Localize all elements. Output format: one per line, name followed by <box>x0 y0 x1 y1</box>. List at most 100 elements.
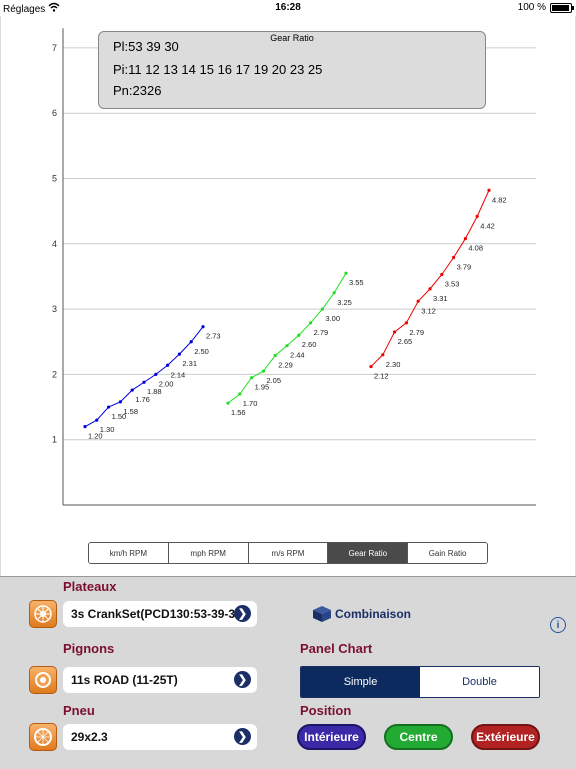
data-point <box>475 214 479 218</box>
data-point <box>404 321 408 325</box>
legend-plateaux: Pl:53 39 30 <box>113 39 179 54</box>
position-centre-button[interactable]: Centre <box>384 724 453 750</box>
data-point <box>416 299 420 303</box>
data-point <box>487 188 491 192</box>
y-tick-label: 7 <box>52 43 57 53</box>
data-label: 3.12 <box>421 306 436 315</box>
clock: 16:28 <box>275 2 301 13</box>
position-label: Position <box>300 703 352 718</box>
data-point <box>107 405 111 409</box>
panel-chart-label: Panel Chart <box>300 641 373 656</box>
data-label: 3.79 <box>457 263 472 272</box>
pneu-label: Pneu <box>63 703 95 718</box>
data-label: 2.00 <box>159 379 174 388</box>
pignons-picker[interactable]: 11s ROAD (11-25T) ❯ <box>63 667 257 693</box>
data-point <box>238 392 242 396</box>
data-label: 3.53 <box>445 279 460 288</box>
info-icon[interactable]: i <box>550 617 566 633</box>
chevron-right-icon[interactable]: ❯ <box>234 671 251 688</box>
data-label: 1.56 <box>231 408 246 417</box>
pneu-picker[interactable]: 29x2.3 ❯ <box>63 724 257 750</box>
data-point <box>344 271 348 275</box>
option-simple[interactable]: Simple <box>301 667 420 697</box>
data-label: 2.79 <box>314 328 329 337</box>
data-point <box>177 352 181 356</box>
data-label: 2.79 <box>409 328 424 337</box>
tab-mph-rpm[interactable]: mph RPM <box>168 543 249 563</box>
pneu-value: 29x2.3 <box>71 730 108 744</box>
data-point <box>154 372 158 376</box>
data-point <box>250 376 254 380</box>
cassette-icon[interactable] <box>29 666 57 694</box>
data-point <box>297 333 301 337</box>
status-bar: Réglages 16:28 100 % <box>0 0 576 16</box>
data-label: 2.44 <box>290 351 305 360</box>
data-label: 2.73 <box>206 332 221 341</box>
data-label: 2.05 <box>266 376 281 385</box>
chart-legend: Gear Ratio Pl:53 39 30 Pi:11 12 13 14 15… <box>98 31 486 109</box>
data-label: 2.14 <box>171 370 186 379</box>
data-label: 1.88 <box>147 387 162 396</box>
data-point <box>320 307 324 311</box>
data-point <box>261 369 265 373</box>
data-label: 3.25 <box>337 298 352 307</box>
data-label: 4.08 <box>468 244 483 253</box>
chevron-right-icon[interactable]: ❯ <box>234 728 251 745</box>
combinaison-button[interactable]: Combinaison <box>312 605 411 623</box>
data-point <box>381 353 385 357</box>
data-point <box>369 364 373 369</box>
data-point <box>95 418 99 422</box>
tab-ms-rpm[interactable]: m/s RPM <box>248 543 329 563</box>
data-label: 1.76 <box>135 395 150 404</box>
data-point <box>166 363 170 367</box>
y-tick-label: 3 <box>52 304 57 314</box>
data-point <box>201 325 205 329</box>
panel-chart-selector: Simple Double <box>300 666 540 698</box>
series-line <box>227 272 347 404</box>
tab-gear-ratio[interactable]: Gear Ratio <box>328 543 409 563</box>
option-double[interactable]: Double <box>420 667 539 697</box>
y-tick-label: 5 <box>52 174 57 184</box>
plateaux-label: Plateaux <box>63 579 117 594</box>
data-point <box>142 380 146 384</box>
battery-level <box>552 4 569 11</box>
data-label: 1.58 <box>123 407 138 416</box>
data-label: 1.70 <box>243 399 258 408</box>
chevron-right-icon[interactable]: ❯ <box>234 605 251 622</box>
data-point <box>428 287 432 291</box>
data-label: 2.60 <box>302 340 317 349</box>
data-point <box>83 425 87 429</box>
wheel-icon[interactable] <box>29 723 57 751</box>
position-exterieure-button[interactable]: Extérieure <box>471 724 540 750</box>
legend-pignons: Pi:11 12 13 14 15 16 17 19 20 23 25 <box>113 62 323 77</box>
data-label: 4.42 <box>480 221 495 230</box>
data-point <box>309 321 313 325</box>
combinaison-label: Combinaison <box>335 607 412 621</box>
data-point <box>463 236 467 241</box>
cube-icon <box>313 606 331 622</box>
data-label: 3.00 <box>325 314 340 323</box>
plateaux-picker[interactable]: 3s CrankSet(PCD130:53-39-30) ❯ <box>63 601 257 627</box>
legend-pneu: Pn:2326 <box>113 83 162 98</box>
pignons-value: 11s ROAD (11-25T) <box>71 673 178 687</box>
data-point <box>130 388 134 392</box>
series-line <box>84 326 204 428</box>
data-point <box>118 400 122 404</box>
tab-kmh-rpm[interactable]: km/h RPM <box>89 543 169 563</box>
chart-type-tabs: km/h RPM mph RPM m/s RPM Gear Ratio Gain… <box>88 542 488 564</box>
data-point <box>285 344 289 348</box>
tab-gain-ratio[interactable]: Gain Ratio <box>408 543 487 563</box>
battery-percent: 100 % <box>517 2 546 13</box>
y-tick-label: 1 <box>52 435 57 445</box>
position-interieure-button[interactable]: Intérieure <box>297 724 366 750</box>
data-point <box>189 340 193 344</box>
battery-icon <box>550 2 574 13</box>
y-tick-label: 6 <box>52 108 57 118</box>
data-point <box>452 255 456 260</box>
chainring-icon[interactable] <box>29 600 57 628</box>
data-point <box>332 291 336 295</box>
series-line <box>370 190 490 367</box>
data-label: 2.65 <box>398 337 413 346</box>
pignons-label: Pignons <box>63 641 115 656</box>
data-label: 2.29 <box>278 360 293 369</box>
